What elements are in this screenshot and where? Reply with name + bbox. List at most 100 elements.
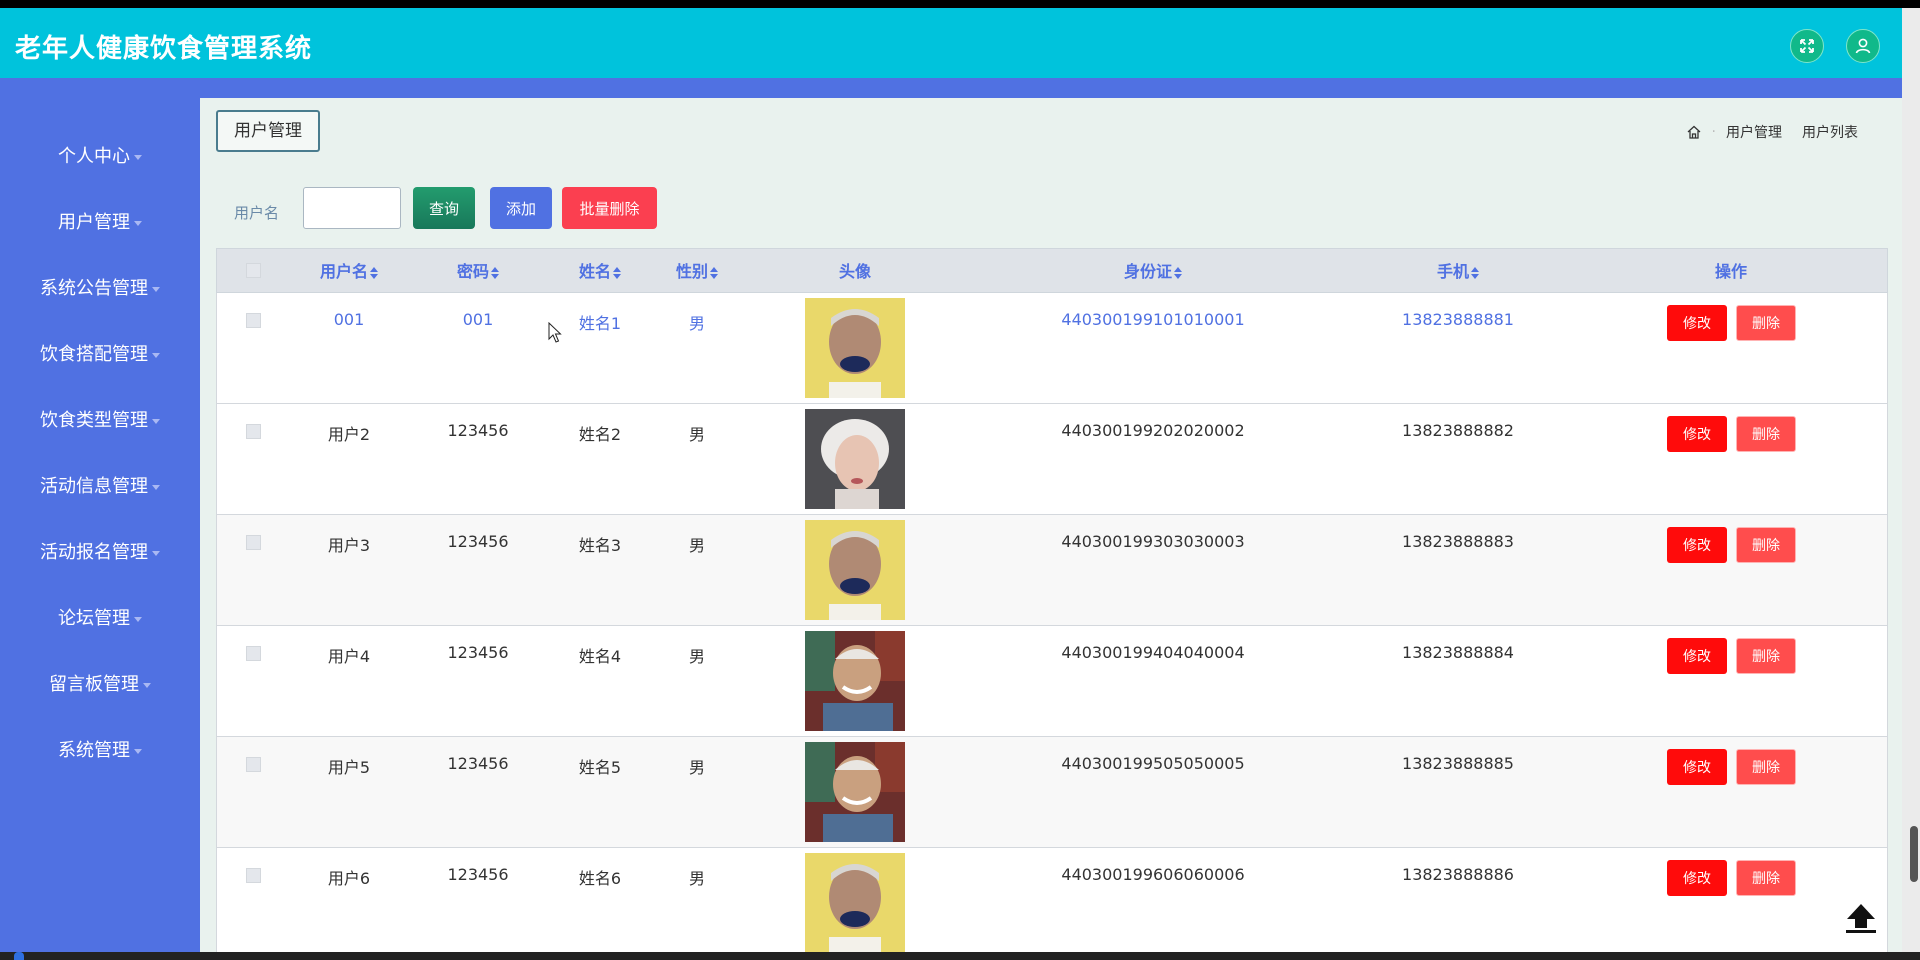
fullscreen-button[interactable]: [1790, 29, 1824, 63]
avatar: [805, 742, 905, 842]
cell-gender: 男: [688, 758, 706, 777]
cell-id-card: 440300199505050005: [1061, 754, 1245, 773]
cell-phone: 13823888882: [1402, 421, 1514, 440]
delete-button[interactable]: 删除: [1736, 305, 1796, 341]
cell-name: 姓名1: [578, 314, 622, 333]
cell-username: 001: [333, 310, 365, 329]
row-checkbox[interactable]: [246, 313, 261, 328]
select-all-checkbox[interactable]: [246, 263, 261, 278]
user-icon: [1855, 38, 1871, 54]
sort-icon[interactable]: [1174, 266, 1183, 279]
delete-button[interactable]: 删除: [1736, 416, 1796, 452]
sidebar-item-label: 活动报名管理: [40, 542, 148, 563]
sidebar-item-label: 系统管理: [58, 740, 130, 761]
user-table: 用户名 密码 姓名 性别 头像 身份证 手机 操作 001 001 姓名1 男 4403…: [216, 248, 1888, 952]
bulk-delete-button[interactable]: 批量删除: [562, 187, 657, 229]
cell-name: 姓名5: [578, 758, 622, 777]
edit-button[interactable]: 修改: [1667, 638, 1727, 674]
edit-button[interactable]: 修改: [1667, 860, 1727, 896]
sort-icon[interactable]: [710, 266, 719, 279]
row-checkbox[interactable]: [246, 646, 261, 661]
breadcrumb-item-user-management[interactable]: 用户管理: [1726, 122, 1782, 142]
avatar: [805, 409, 905, 509]
edit-button[interactable]: 修改: [1667, 749, 1727, 785]
cell-phone: 13823888883: [1402, 532, 1514, 551]
sidebar-item-6[interactable]: 活动报名管理: [0, 533, 200, 573]
column-header-name[interactable]: 姓名: [579, 249, 622, 294]
delete-button[interactable]: 删除: [1736, 527, 1796, 563]
home-icon[interactable]: [1686, 124, 1702, 140]
table-row: 用户2 123456 姓名2 男 440300199202020002 138238888…: [216, 404, 1888, 515]
cell-id-card: 440300199404040004: [1061, 643, 1245, 662]
avatar: [805, 298, 905, 398]
sidebar-item-8[interactable]: 留言板管理: [0, 665, 200, 705]
cell-username: 用户2: [327, 425, 371, 444]
sidebar-item-7[interactable]: 论坛管理: [0, 599, 200, 639]
page-tag[interactable]: 用户管理: [216, 110, 320, 152]
scrollbar-thumb[interactable]: [1910, 826, 1918, 882]
caret-down-icon: [152, 286, 160, 292]
row-checkbox[interactable]: [246, 757, 261, 772]
column-header-id-card[interactable]: 身份证: [1124, 249, 1183, 294]
sidebar-item-0[interactable]: 个人中心: [0, 137, 200, 177]
column-header-username[interactable]: 用户名: [320, 249, 379, 294]
caret-down-icon: [152, 484, 160, 490]
cell-id-card: 440300199202020002: [1061, 421, 1245, 440]
row-checkbox[interactable]: [246, 424, 261, 439]
expand-icon: [1800, 39, 1814, 53]
table-row: 用户4 123456 姓名4 男 440300199404040004 138238888…: [216, 626, 1888, 737]
header-strip: [0, 78, 1902, 98]
caret-down-icon: [134, 220, 142, 226]
username-search-input[interactable]: [303, 187, 401, 229]
cell-id-card: 440300199606060006: [1061, 865, 1245, 884]
avatar: [805, 520, 905, 620]
sidebar-item-3[interactable]: 饮食搭配管理: [0, 335, 200, 375]
caret-down-icon: [143, 682, 151, 688]
taskbar-strip: [0, 952, 1920, 960]
sort-icon[interactable]: [1471, 266, 1480, 279]
cell-gender: 男: [688, 647, 706, 666]
sort-icon[interactable]: [613, 266, 622, 279]
cell-gender: 男: [688, 314, 706, 333]
cell-gender: 男: [688, 869, 706, 888]
delete-button[interactable]: 删除: [1736, 860, 1796, 896]
cell-phone: 13823888884: [1402, 643, 1514, 662]
row-checkbox[interactable]: [246, 535, 261, 550]
table-body: 001 001 姓名1 男 440300199101010001 13823888881 修…: [216, 293, 1888, 952]
caret-down-icon: [134, 748, 142, 754]
edit-button[interactable]: 修改: [1667, 305, 1727, 341]
table-row: 用户5 123456 姓名5 男 440300199505050005 138238888…: [216, 737, 1888, 848]
page-scrollbar[interactable]: [1902, 8, 1920, 952]
query-button[interactable]: 查询: [413, 187, 475, 229]
sidebar-item-9[interactable]: 系统管理: [0, 731, 200, 771]
row-checkbox[interactable]: [246, 868, 261, 883]
cell-password: 123456: [447, 754, 509, 773]
edit-button[interactable]: 修改: [1667, 416, 1727, 452]
back-to-top-icon[interactable]: [1843, 901, 1879, 935]
sidebar-item-label: 活动信息管理: [40, 476, 148, 497]
cell-username: 用户3: [327, 536, 371, 555]
cell-username: 用户6: [327, 869, 371, 888]
delete-button[interactable]: 删除: [1736, 749, 1796, 785]
sidebar-item-4[interactable]: 饮食类型管理: [0, 401, 200, 441]
sidebar-item-1[interactable]: 用户管理: [0, 203, 200, 243]
column-header-gender[interactable]: 性别: [676, 249, 719, 294]
sidebar-item-2[interactable]: 系统公告管理: [0, 269, 200, 309]
table-row: 用户6 123456 姓名6 男 440300199606060006 138238888…: [216, 848, 1888, 952]
cell-id-card: 440300199101010001: [1061, 310, 1245, 329]
sort-icon[interactable]: [370, 266, 379, 279]
user-menu-button[interactable]: [1846, 29, 1880, 63]
sidebar-item-label: 论坛管理: [58, 608, 130, 629]
cell-name: 姓名6: [578, 869, 622, 888]
column-header-phone[interactable]: 手机: [1437, 249, 1480, 294]
breadcrumb-item-user-list: 用户列表: [1802, 125, 1858, 141]
sidebar-item-5[interactable]: 活动信息管理: [0, 467, 200, 507]
column-header-password[interactable]: 密码: [457, 249, 500, 294]
delete-button[interactable]: 删除: [1736, 638, 1796, 674]
cell-name: 姓名4: [578, 647, 622, 666]
cell-password: 123456: [447, 865, 509, 884]
edit-button[interactable]: 修改: [1667, 527, 1727, 563]
add-button[interactable]: 添加: [490, 187, 552, 229]
table-header: 用户名 密码 姓名 性别 头像 身份证 手机 操作: [216, 248, 1888, 293]
sort-icon[interactable]: [491, 266, 500, 279]
